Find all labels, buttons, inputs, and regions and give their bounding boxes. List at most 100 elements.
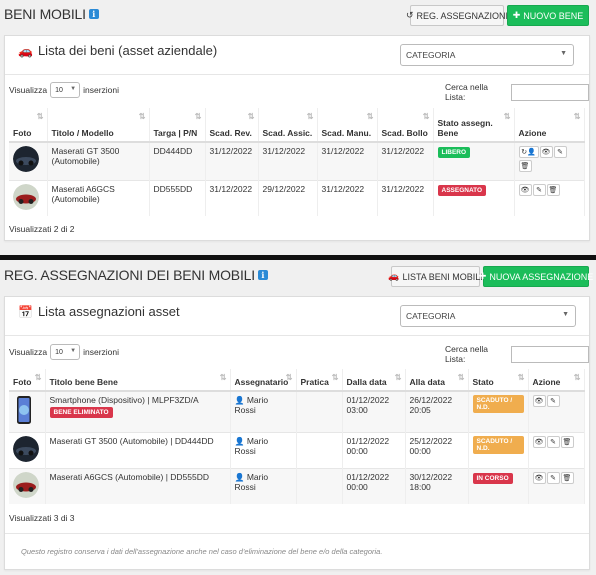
page-length-select[interactable]: 10 ▼ bbox=[50, 82, 81, 98]
reg-assegnazioni-button[interactable]: ↺ REG. ASSEGNAZIONI bbox=[406, 5, 508, 26]
car-photo bbox=[13, 146, 39, 172]
car-photo bbox=[13, 471, 39, 498]
table-row: Maserati GT 3500 (Automobile) | DD444DD … bbox=[9, 431, 585, 468]
table-info: Visualizzati 3 di 3 bbox=[9, 513, 75, 523]
col-azione[interactable]: ⇅ Azione bbox=[514, 108, 585, 143]
col-assegnatario[interactable]: ⇅ Assegnatario bbox=[230, 369, 297, 392]
sort-asc-icon: ⇅ bbox=[34, 373, 42, 382]
user-icon: 👤 bbox=[234, 472, 245, 482]
history-icon: ↺ bbox=[405, 10, 414, 20]
info-icon[interactable]: i bbox=[88, 9, 99, 19]
sort-icon: ⇅ bbox=[219, 373, 227, 382]
assegnazioni-panel: 📅 Lista assegnazioni asset CATEGORIA ▼ V… bbox=[4, 296, 590, 570]
edit-icon[interactable]: ✎ bbox=[546, 435, 560, 448]
plus-car-icon: ✚ bbox=[478, 271, 487, 281]
chevron-down-icon: ▼ bbox=[562, 311, 569, 318]
sort-icon: ⇅ bbox=[331, 373, 339, 382]
status-badge: SCADUTO / N.D. bbox=[472, 395, 524, 413]
col-scad-bollo[interactable]: ⇅ Scad. Bollo bbox=[377, 108, 434, 143]
trash-icon[interactable]: 🗑 bbox=[518, 160, 532, 172]
status-badge: SCADUTO / N.D. bbox=[472, 435, 524, 454]
page-title: BENI MOBILI bbox=[4, 6, 86, 22]
status-badge: IN CORSO bbox=[472, 472, 513, 484]
table-row: Smartphone (Dispositivo) | MLPF3ZD/A BENE… bbox=[9, 390, 585, 432]
view-icon[interactable]: 👁 bbox=[532, 435, 546, 448]
info-icon[interactable]: i bbox=[257, 270, 268, 280]
status-badge: LIBERO bbox=[437, 147, 471, 158]
nuova-assegnazione-button[interactable]: ✚ NUOVA ASSEGNAZIONE bbox=[479, 266, 593, 287]
sort-icon: ⇅ bbox=[285, 373, 293, 382]
chevron-down-icon: ▼ bbox=[70, 86, 77, 92]
panel-title: 📅 Lista assegnazioni asset bbox=[18, 304, 180, 319]
sort-icon: ⇅ bbox=[394, 373, 402, 382]
sort-icon: ⇅ bbox=[306, 112, 314, 121]
beni-table: ⇅ Foto ⇅ Titolo / Modello ⇅ Targa | P/N ⇅ Sc… bbox=[9, 108, 585, 216]
table-row: Maserati GT 3500 (Automobile) DD444DD 31… bbox=[9, 141, 585, 180]
chevron-down-icon: ▼ bbox=[70, 348, 77, 354]
search-input[interactable] bbox=[510, 83, 589, 101]
sort-icon: ⇅ bbox=[194, 112, 202, 121]
table-row: Maserati A6GCS (Automobile) DD555DD 31/1… bbox=[9, 179, 585, 216]
view-icon[interactable]: 👁 bbox=[539, 146, 553, 158]
view-icon[interactable]: 👁 bbox=[518, 183, 532, 196]
col-pratica[interactable]: ⇅ Pratica bbox=[296, 369, 343, 392]
sort-icon: ⇅ bbox=[503, 112, 511, 121]
sort-icon: ⇅ bbox=[138, 112, 146, 121]
sort-icon: ⇅ bbox=[457, 373, 465, 382]
col-alla-data[interactable]: ⇅ Alla data bbox=[405, 369, 469, 392]
user-icon: 👤 bbox=[234, 396, 245, 405]
section-separator bbox=[0, 255, 596, 260]
edit-icon[interactable]: ✎ bbox=[546, 395, 560, 407]
lista-beni-button[interactable]: 🚗 LISTA BENI MOBILI bbox=[388, 266, 483, 287]
col-scad-manu[interactable]: ⇅ Scad. Manu. bbox=[317, 108, 378, 143]
view-icon[interactable]: 👁 bbox=[532, 395, 546, 407]
category-select[interactable]: CATEGORIA ▼ bbox=[400, 44, 574, 66]
col-scad-rev[interactable]: ⇅ Scad. Rev. bbox=[205, 108, 259, 143]
sort-icon: ⇅ bbox=[247, 112, 255, 121]
beni-panel: 🚗 Lista dei beni (asset aziendale) CATEG… bbox=[4, 35, 590, 241]
trash-icon[interactable]: 🗑 bbox=[560, 471, 574, 484]
sort-icon: ⇅ bbox=[573, 112, 581, 121]
col-azione[interactable]: ⇅ Azione bbox=[528, 369, 585, 392]
edit-icon[interactable]: ✎ bbox=[532, 183, 546, 196]
col-targa[interactable]: ⇅ Targa | P/N bbox=[149, 108, 206, 143]
col-foto[interactable]: ⇅ Foto bbox=[9, 369, 46, 392]
sort-icon: ⇅ bbox=[517, 373, 525, 382]
sort-icon: ⇅ bbox=[366, 112, 374, 121]
page-title: REG. ASSEGNAZIONI DEI BENI MOBILI bbox=[4, 267, 255, 283]
car-photo bbox=[13, 183, 39, 210]
plus-car-icon: ✚ bbox=[512, 10, 521, 20]
panel-title: 🚗 Lista dei beni (asset aziendale) bbox=[18, 43, 218, 58]
col-titolo[interactable]: ⇅ Titolo bene Bene bbox=[45, 369, 231, 392]
chevron-down-icon: ▼ bbox=[560, 50, 567, 57]
assegnazioni-table: ⇅ Foto ⇅ Titolo bene Bene ⇅ Assegnatario ⇅ P… bbox=[9, 369, 585, 504]
smartphone-photo bbox=[17, 396, 31, 424]
col-foto[interactable]: ⇅ Foto bbox=[9, 108, 48, 143]
table-info: Visualizzati 2 di 2 bbox=[9, 224, 75, 234]
car-icon: 🚗 bbox=[388, 271, 400, 281]
divider bbox=[5, 533, 589, 534]
col-scad-assic[interactable]: ⇅ Scad. Assic. bbox=[258, 108, 318, 143]
edit-icon[interactable]: ✎ bbox=[546, 471, 560, 484]
category-select[interactable]: CATEGORIA ▼ bbox=[400, 305, 576, 327]
footer-note: Questo registro conserva i dati dell'ass… bbox=[21, 547, 383, 556]
page-length-select[interactable]: 10 ▼ bbox=[50, 344, 81, 360]
col-dalla-data[interactable]: ⇅ Dalla data bbox=[342, 369, 406, 392]
view-icon[interactable]: 👁 bbox=[532, 471, 546, 484]
trash-icon[interactable]: 🗑 bbox=[546, 183, 560, 196]
trash-icon[interactable]: 🗑 bbox=[560, 435, 574, 448]
calendar-plus-icon: 📅 bbox=[18, 304, 33, 319]
edit-icon[interactable]: ✎ bbox=[553, 146, 567, 158]
divider bbox=[5, 74, 589, 75]
table-row: Maserati A6GCS (Automobile) | DD555DD 👤 … bbox=[9, 467, 585, 504]
user-icon: 👤 bbox=[234, 436, 245, 446]
deleted-badge: BENE ELIMINATO bbox=[49, 407, 113, 418]
assign-user-icon[interactable]: ↻👤 bbox=[518, 146, 539, 158]
col-titolo[interactable]: ⇅ Titolo / Modello bbox=[47, 108, 150, 143]
col-stato[interactable]: ⇅ Stato bbox=[468, 369, 529, 392]
sort-icon: ⇅ bbox=[573, 373, 581, 382]
search-control: Cerca nella Lista: bbox=[445, 344, 589, 364]
search-input[interactable] bbox=[510, 345, 589, 363]
col-stato[interactable]: ⇅ Stato assegn. Bene bbox=[433, 108, 515, 143]
nuovo-bene-button[interactable]: ✚ NUOVO BENE bbox=[507, 5, 589, 26]
